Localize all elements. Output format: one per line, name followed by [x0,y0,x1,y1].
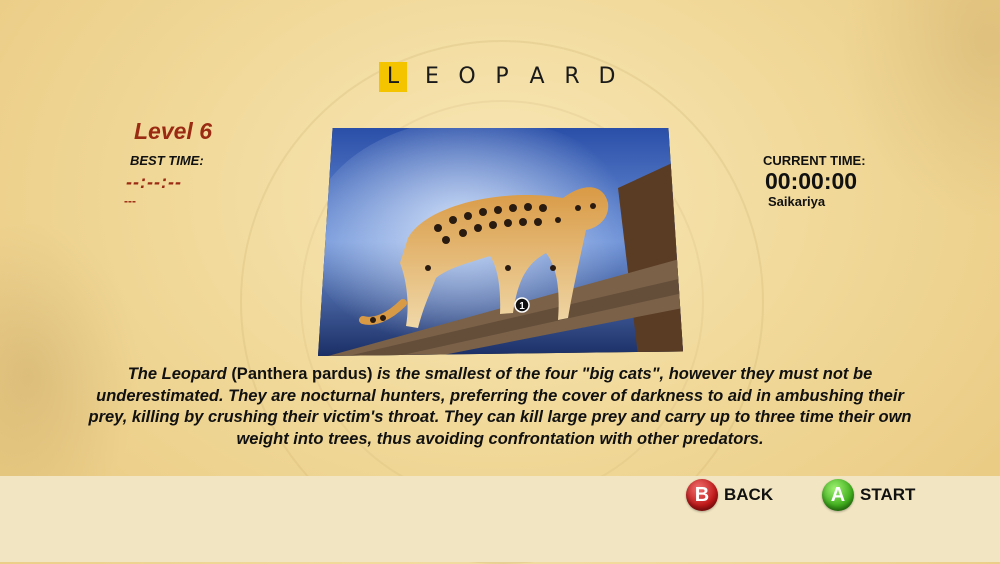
start-button-label: START [860,485,916,504]
level-label: Level 6 [134,118,212,144]
b-button-icon: B [686,479,718,511]
best-time-label: BEST TIME: [130,153,204,168]
back-button[interactable]: B BACK [686,479,773,511]
start-button[interactable]: A START [822,479,915,511]
leaf-shadow-right [840,0,1000,220]
title-letter: E [425,64,439,89]
title-letter: O [458,64,476,89]
description-latin-name: (Panthera pardus) [231,365,373,383]
animal-description: The Leopard (Panthera pardus) is the sma… [80,364,920,450]
title-letter: R [564,64,580,89]
title-letter: P [495,64,509,89]
title-letter: A [529,64,545,89]
description-animal-name: The Leopard [127,365,232,383]
best-time-value: --:--:-- [126,172,182,192]
a-button-icon: A [822,479,854,511]
puzzle-image[interactable]: 1 [318,128,683,356]
best-time-player: --- [124,194,136,208]
back-button-label: BACK [724,485,774,504]
title-highlight-letter: L [379,62,407,92]
leopard-image: 1 [318,128,683,356]
current-time-value: 00:00:00 [765,168,858,194]
title-letter: D [598,64,616,89]
current-time-label: CURRENT TIME: [763,153,866,168]
puzzle-title: L E O P A R D [0,62,1000,92]
piece-marker-number: 1 [519,301,525,312]
current-player-name: Saikariya [768,194,826,209]
